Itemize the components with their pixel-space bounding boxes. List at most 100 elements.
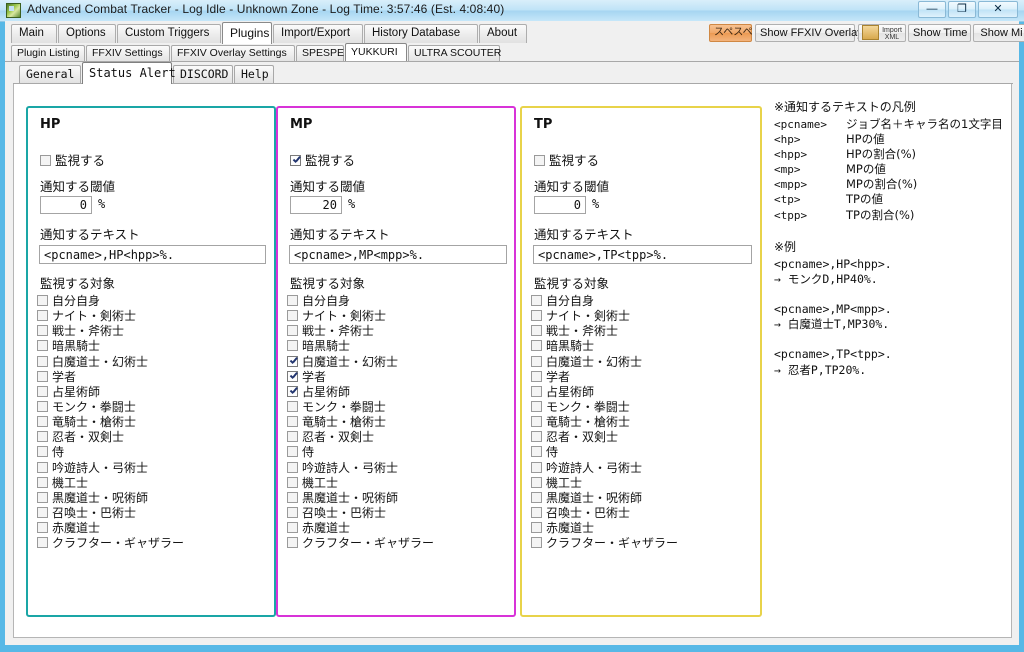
job-checkbox-tp-0[interactable]: 自分自身 [531, 294, 755, 309]
checkbox-box[interactable] [37, 295, 48, 306]
threshold-input-mp[interactable]: 20 [290, 196, 342, 214]
job-checkbox-tp-10[interactable]: 侍 [531, 445, 755, 460]
checkbox-box[interactable] [287, 325, 298, 337]
checkbox-box[interactable] [531, 295, 542, 306]
plugin-tab-yukkuri[interactable]: YUKKURI [345, 43, 407, 61]
checkbox-box[interactable] [37, 370, 48, 382]
job-checkbox-hp-2[interactable]: 戦士・斧術士 [37, 324, 261, 339]
checkbox-box[interactable] [531, 506, 542, 518]
checkbox-box[interactable] [287, 476, 298, 488]
job-checkbox-hp-11[interactable]: 吟遊詩人・弓術士 [37, 461, 261, 476]
checkbox-box[interactable] [37, 325, 48, 337]
checkbox-box[interactable] [37, 491, 48, 503]
job-checkbox-mp-8[interactable]: 竜騎士・槍術士 [287, 415, 511, 430]
job-checkbox-tp-15[interactable]: 赤魔道士 [531, 521, 755, 536]
watch-checkbox-hp[interactable]: 監視する [40, 150, 105, 169]
checkbox-box[interactable] [287, 400, 298, 412]
checkbox-box[interactable] [287, 340, 298, 352]
main-tab-history-database[interactable]: History Database [364, 24, 478, 43]
notify-text-input-mp[interactable]: <pcname>,MP<mpp>%. [289, 245, 507, 264]
plugin-tab-ultra-scouter[interactable]: ULTRA SCOUTER [408, 45, 501, 61]
job-checkbox-mp-5[interactable]: 学者 [287, 370, 511, 385]
checkbox-box[interactable] [37, 461, 48, 473]
minimize-button[interactable]: — [918, 1, 946, 18]
checkbox-box[interactable] [37, 522, 48, 534]
checkbox-box[interactable] [287, 431, 298, 443]
job-checkbox-tp-9[interactable]: 忍者・双剣士 [531, 430, 755, 445]
checkbox-box[interactable] [531, 416, 542, 428]
show-mi-button[interactable]: Show Mi [973, 24, 1024, 42]
checkbox-box[interactable] [287, 385, 298, 397]
plugin-tab-spespe[interactable]: SPESPE [296, 45, 344, 61]
sub-tab-help[interactable]: Help [234, 65, 274, 83]
job-checkbox-mp-6[interactable]: 占星術師 [287, 385, 511, 400]
main-tab-main[interactable]: Main [11, 24, 57, 43]
job-checkbox-tp-1[interactable]: ナイト・剣術士 [531, 309, 755, 324]
job-checkbox-mp-4[interactable]: 白魔道士・幻術士 [287, 355, 511, 370]
checkbox-box[interactable] [531, 491, 542, 503]
checkbox-box[interactable] [40, 155, 51, 166]
checkbox-box[interactable] [37, 310, 48, 322]
plugin-tab-plugin-listing[interactable]: Plugin Listing [11, 45, 85, 61]
checkbox-box[interactable] [37, 385, 48, 397]
checkbox-box[interactable] [37, 416, 48, 428]
checkbox-box[interactable] [531, 461, 542, 473]
checkbox-box[interactable] [531, 537, 542, 549]
job-checkbox-tp-14[interactable]: 召喚士・巴術士 [531, 506, 755, 521]
job-checkbox-hp-3[interactable]: 暗黒騎士 [37, 339, 261, 354]
import-xml-button[interactable]: Import XML [858, 24, 906, 42]
job-checkbox-mp-10[interactable]: 侍 [287, 445, 511, 460]
job-checkbox-tp-2[interactable]: 戦士・斧術士 [531, 324, 755, 339]
job-checkbox-tp-16[interactable]: クラフター・ギャザラー [531, 536, 755, 551]
checkbox-box[interactable] [531, 355, 542, 367]
job-checkbox-hp-12[interactable]: 機工士 [37, 476, 261, 491]
checkbox-box[interactable] [531, 522, 542, 534]
checkbox-box[interactable] [287, 506, 298, 518]
job-checkbox-mp-1[interactable]: ナイト・剣術士 [287, 309, 511, 324]
checkbox-box[interactable] [531, 446, 542, 458]
job-checkbox-hp-6[interactable]: 占星術師 [37, 385, 261, 400]
checkbox-box[interactable] [37, 446, 48, 458]
plugin-tab-ffxiv-settings[interactable]: FFXIV Settings [86, 45, 170, 61]
threshold-input-hp[interactable]: 0 [40, 196, 92, 214]
job-checkbox-hp-14[interactable]: 召喚士・巴術士 [37, 506, 261, 521]
job-checkbox-tp-13[interactable]: 黒魔道士・呪術師 [531, 491, 755, 506]
maximize-button[interactable]: ❐ [948, 1, 976, 18]
job-checkbox-hp-0[interactable]: 自分自身 [37, 294, 261, 309]
checkbox-box[interactable] [37, 340, 48, 352]
threshold-input-tp[interactable]: 0 [534, 196, 586, 214]
checkbox-box[interactable] [531, 310, 542, 322]
job-checkbox-tp-12[interactable]: 機工士 [531, 476, 755, 491]
checkbox-box[interactable] [531, 400, 542, 412]
checkbox-box[interactable] [37, 355, 48, 367]
main-tab-custom-triggers[interactable]: Custom Triggers [117, 24, 221, 43]
job-checkbox-tp-8[interactable]: 竜騎士・槍術士 [531, 415, 755, 430]
show-ffxiv-overlay-button[interactable]: Show FFXIV Overlay [755, 24, 863, 42]
job-checkbox-tp-11[interactable]: 吟遊詩人・弓術士 [531, 461, 755, 476]
show-time-button[interactable]: Show Time [908, 24, 971, 42]
job-checkbox-hp-10[interactable]: 侍 [37, 445, 261, 460]
job-checkbox-mp-13[interactable]: 黒魔道士・呪術師 [287, 491, 511, 506]
checkbox-box[interactable] [531, 325, 542, 337]
checkbox-box[interactable] [287, 446, 298, 458]
job-checkbox-hp-7[interactable]: モンク・拳闘士 [37, 400, 261, 415]
job-checkbox-hp-8[interactable]: 竜騎士・槍術士 [37, 415, 261, 430]
checkbox-box[interactable] [287, 370, 298, 382]
notify-text-input-hp[interactable]: <pcname>,HP<hpp>%. [39, 245, 266, 264]
plugin-tab-ffxiv-overlay-settings[interactable]: FFXIV Overlay Settings [171, 45, 295, 61]
job-checkbox-hp-16[interactable]: クラフター・ギャザラー [37, 536, 261, 551]
job-checkbox-mp-7[interactable]: モンク・拳闘士 [287, 400, 511, 415]
job-checkbox-mp-15[interactable]: 赤魔道士 [287, 521, 511, 536]
job-checkbox-hp-15[interactable]: 赤魔道士 [37, 521, 261, 536]
job-checkbox-hp-13[interactable]: 黒魔道士・呪術師 [37, 491, 261, 506]
checkbox-box[interactable] [287, 416, 298, 428]
checkbox-box[interactable] [531, 385, 542, 397]
job-checkbox-mp-3[interactable]: 暗黒騎士 [287, 339, 511, 354]
sub-tab-status-alert[interactable]: Status Alert [82, 62, 176, 84]
job-checkbox-hp-4[interactable]: 白魔道士・幻術士 [37, 355, 261, 370]
checkbox-box[interactable] [534, 155, 545, 166]
checkbox-box[interactable] [37, 506, 48, 518]
watch-checkbox-mp[interactable]: 監視する [290, 150, 355, 169]
notify-text-input-tp[interactable]: <pcname>,TP<tpp>%. [533, 245, 752, 264]
checkbox-box[interactable] [287, 295, 298, 306]
